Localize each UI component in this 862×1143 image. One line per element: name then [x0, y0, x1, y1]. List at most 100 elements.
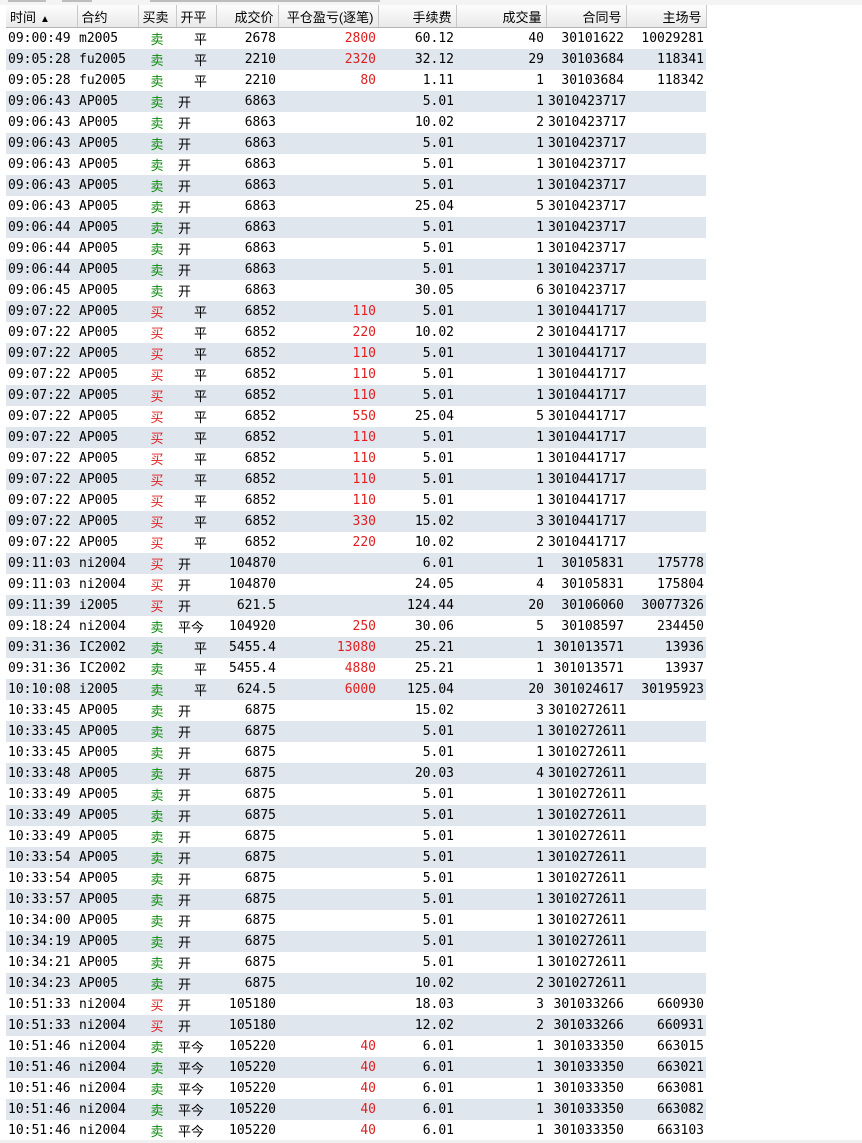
cell-side: 卖	[138, 700, 176, 721]
cell-seat-id: 118342	[626, 70, 706, 91]
cell-price: 2210	[216, 49, 278, 70]
table-row[interactable]: 10:33:48AP005卖开6875 20.034301027261170152…	[6, 763, 706, 784]
table-row[interactable]: 10:33:54AP005卖开6875 5.011301027261170152​…	[6, 868, 706, 889]
table-row[interactable]: 09:06:43AP005卖开6863 5.0113010423717004009…	[6, 175, 706, 196]
cell-time: 09:06:43	[6, 154, 77, 175]
table-row[interactable]: 09:07:22AP005买平685233015.023301044171700…	[6, 511, 706, 532]
cell-pnl: 4880	[278, 658, 378, 679]
table-row[interactable]: 09:05:28 fu2005 卖平 2210 2320 32.12 29 30103684 1…	[6, 49, 706, 70]
table-row[interactable]: 10:33:57AP005卖开6875 5.011301027261170152​…	[6, 889, 706, 910]
table-row[interactable]: 09:07:22AP005买平68521105.0113010441717004…	[6, 448, 706, 469]
table-row[interactable]: 09:06:44AP005卖开6863 5.0113010423717004017…	[6, 259, 706, 280]
cell-order-id: 301042371700402031	[546, 280, 626, 301]
table-row[interactable]: 09:00:49 m2005 卖平 2678 2800 60.12 40 30101622 10…	[6, 27, 706, 49]
table-row[interactable]: 09:11:03 ni2004 买开 104870 6.01 1 30105831 17577…	[6, 553, 706, 574]
col-header-qty[interactable]: 成交量	[456, 5, 547, 28]
cell-qty: 1	[456, 154, 546, 175]
table-row[interactable]: 09:11:39 i2005 买开 621.5 124.44 20 30106060 3007…	[6, 595, 706, 616]
table-row[interactable]: 10:33:49AP005卖开6875 5.011301027261170152​…	[6, 784, 706, 805]
cell-price: 105220	[216, 1078, 278, 1099]
table-row[interactable]: 10:51:33 ni2004 买开 105180 12.02 2 301033266 660…	[6, 1015, 706, 1036]
table-row[interactable]: 10:51:46 ni2004 卖平今 105220 40 6.01 1 301033350 6…	[6, 1120, 706, 1141]
cell-pnl	[278, 826, 378, 847]
table-row[interactable]: 09:11:03 ni2004 买开 104870 24.05 4 30105831 1758…	[6, 574, 706, 595]
cell-pnl: 330	[278, 511, 378, 532]
table-row[interactable]: 10:51:46 ni2004 卖平今 105220 40 6.01 1 301033350 6…	[6, 1057, 706, 1078]
cell-time: 10:51:33	[6, 994, 77, 1015]
table-row[interactable]: 09:06:43AP005卖开6863 5.0113010423717004009…	[6, 154, 706, 175]
cell-openclose: 开	[176, 553, 216, 574]
table-row[interactable]: 09:07:22AP005买平68521105.0113010441717004…	[6, 385, 706, 406]
col-header-seat-id[interactable]: 主场号	[626, 5, 707, 28]
table-row[interactable]: 09:05:28 fu2005 卖平 2210 80 1.11 1 30103684 11834…	[6, 70, 706, 91]
table-row[interactable]: 10:33:45AP005卖开6875 5.011301027261170152​…	[6, 742, 706, 763]
table-row[interactable]: 09:06:43AP005卖开6863 5.0113010423717004009…	[6, 133, 706, 154]
col-header-order-id[interactable]: 合同号	[546, 5, 627, 28]
table-row[interactable]: 10:33:49AP005卖开6875 5.011301027261170152​…	[6, 805, 706, 826]
table-row[interactable]: 09:06:43AP005卖开6863 5.0113010423717004009…	[6, 91, 706, 112]
cell-order-id: 301033350	[546, 1036, 626, 1057]
cell-qty: 1	[456, 889, 546, 910]
table-row[interactable]: 10:33:54AP005卖开6875 5.011301027261170152​…	[6, 847, 706, 868]
cell-side: 卖	[138, 1120, 176, 1141]
cell-qty: 2	[456, 973, 546, 994]
table-row[interactable]: 10:34:00AP005卖开6875 5.011301027261170152​…	[6, 910, 706, 931]
table-row[interactable]: 10:33:45AP005卖开6875 5.011301027261170152​…	[6, 721, 706, 742]
cell-contract: ni2004	[77, 616, 138, 637]
table-row[interactable]: 10:51:46 ni2004 卖平今 105220 40 6.01 1 301033350 6…	[6, 1099, 706, 1120]
table-row[interactable]: 09:07:22AP005买平685222010.022301044171700…	[6, 532, 706, 553]
table-row[interactable]: 10:51:46 ni2004 卖平今 105220 40 6.01 1 301033350 6…	[6, 1078, 706, 1099]
cell-qty: 20	[456, 679, 546, 700]
col-header-pnl[interactable]: 平仓盈亏(逐笔)	[278, 5, 379, 28]
table-row[interactable]: 09:18:24 ni2004 卖平今 104920 250 30.06 5 30108597…	[6, 616, 706, 637]
table-row[interactable]: 09:06:44AP005卖开6863 5.0113010423717004012…	[6, 217, 706, 238]
cell-pnl	[278, 952, 378, 973]
table-row[interactable]: 09:06:43AP005卖开6863 25.045301042371700401…	[6, 196, 706, 217]
col-header-time[interactable]: 时间 ▲	[6, 5, 78, 28]
cell-time: 09:05:28	[6, 70, 77, 91]
cell-side: 卖	[138, 1057, 176, 1078]
cell-fee: 5.01	[378, 931, 456, 952]
col-header-fee[interactable]: 手续费	[378, 5, 457, 28]
cell-openclose: 开	[176, 910, 216, 931]
table-row[interactable]: 10:33:45AP005卖开6875 15.023301027261170152…	[6, 700, 706, 721]
table-row[interactable]: 09:07:22AP005买平685255025.045301044171700…	[6, 406, 706, 427]
table-row[interactable]: 09:31:36 IC2002 卖平 5455.4 13080 25.21 1 3010135…	[6, 637, 706, 658]
cell-fee: 5.01	[378, 721, 456, 742]
table-row[interactable]: 10:51:46 ni2004 卖平今 105220 40 6.01 1 301033350 6…	[6, 1036, 706, 1057]
table-row[interactable]: 10:34:23AP005卖开6875 10.022301027261170152…	[6, 973, 706, 994]
cell-qty: 1	[456, 469, 546, 490]
table-row[interactable]: 09:07:22AP005买平68521105.0113010441717004…	[6, 364, 706, 385]
table-row[interactable]: 10:34:19AP005卖开6875 5.011301027261170152​…	[6, 931, 706, 952]
cell-seat-id	[626, 742, 706, 763]
col-header-side[interactable]: 买卖	[138, 5, 177, 28]
table-row[interactable]: 10:33:49AP005卖开6875 5.011301027261170152​…	[6, 826, 706, 847]
table-row[interactable]: 09:07:22AP005买平68521105.0113010441717004…	[6, 427, 706, 448]
cell-price: 5455.4	[216, 637, 278, 658]
cell-time: 09:07:22	[6, 532, 77, 553]
cell-openclose: 平	[176, 385, 216, 406]
table-row[interactable]: 09:06:43AP005卖开6863 10.022301042371700400…	[6, 112, 706, 133]
table-row[interactable]: 09:07:22AP005买平68521105.0113010441717004…	[6, 469, 706, 490]
col-header-openclose[interactable]: 开平	[176, 5, 217, 28]
cell-fee: 5.01	[378, 826, 456, 847]
table-row[interactable]: 09:31:36 IC2002 卖平 5455.4 4880 25.21 1 30101357…	[6, 658, 706, 679]
table-row[interactable]: 10:34:21AP005卖开6875 5.011301027261170152​…	[6, 952, 706, 973]
table-row[interactable]: 09:06:44AP005卖开6863 5.0113010423717004014…	[6, 238, 706, 259]
table-row[interactable]: 09:07:22AP005买平68521105.0113010441717004…	[6, 301, 706, 322]
cell-qty: 1	[456, 784, 546, 805]
cell-fee: 6.01	[378, 1078, 456, 1099]
cell-price: 6863	[216, 91, 278, 112]
table-row[interactable]: 10:10:08 i2005 卖平 624.5 6000 125.04 20 30102461…	[6, 679, 706, 700]
table-row[interactable]: 09:07:22AP005买平685222010.022301044171700…	[6, 322, 706, 343]
cell-order-id: 30101622	[546, 27, 626, 49]
table-row[interactable]: 09:07:22AP005买平68521105.0113010441717004…	[6, 343, 706, 364]
col-header-price[interactable]: 成交价	[216, 5, 279, 28]
table-row[interactable]: 10:51:33 ni2004 买开 105180 18.03 3 301033266 660…	[6, 994, 706, 1015]
table-row[interactable]: 09:07:22AP005买平68521105.0113010441717004…	[6, 490, 706, 511]
cell-time: 10:51:46	[6, 1057, 77, 1078]
cell-price: 6875	[216, 700, 278, 721]
col-header-contract[interactable]: 合约	[77, 5, 139, 28]
table-row[interactable]: 09:06:45AP005卖开6863 30.056301042371700402…	[6, 280, 706, 301]
cell-order-id: 301027261170152​1651	[546, 784, 626, 805]
